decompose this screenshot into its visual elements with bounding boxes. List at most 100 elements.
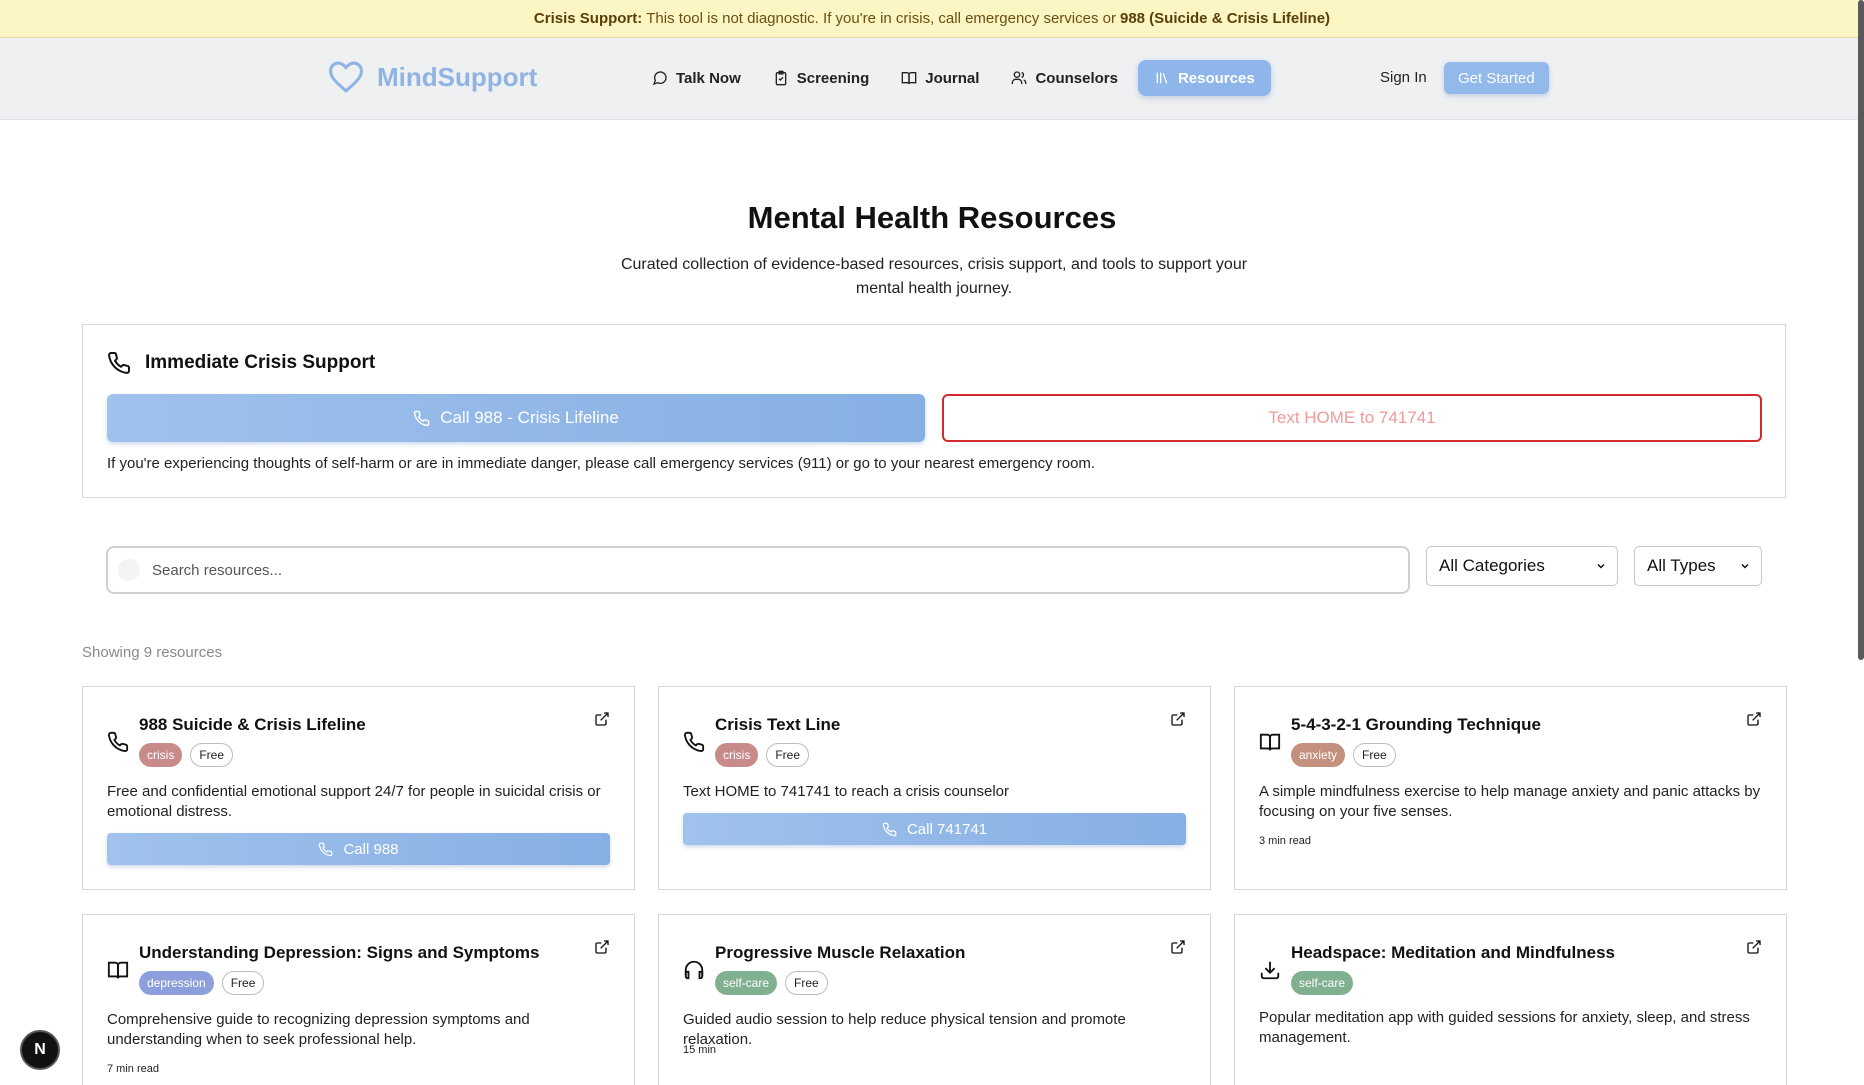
resource-title: 5-4-3-2-1 Grounding Technique xyxy=(1291,715,1541,734)
book-icon xyxy=(901,72,917,85)
resource-description: Comprehensive guide to recognizing depre… xyxy=(107,1011,530,1048)
phone-icon xyxy=(413,410,430,426)
price-badge: Free xyxy=(221,971,265,995)
price-badge: Free xyxy=(766,743,810,767)
main-nav: Talk Now Screening Journal Counselors Re… xyxy=(640,60,1271,96)
resource-title: Understanding Depression: Signs and Symp… xyxy=(139,943,540,962)
badge-row: depression Free xyxy=(139,971,265,995)
text-home-button[interactable]: Text HOME to 741741 xyxy=(942,394,1762,442)
nav-talk-now[interactable]: Talk Now xyxy=(640,60,753,96)
badge-row: anxiety Free xyxy=(1291,743,1396,767)
category-select[interactable]: All Categories xyxy=(1426,546,1618,586)
resource-title: Headspace: Meditation and Mindfulness xyxy=(1291,943,1615,962)
page-title: Mental Health Resources xyxy=(747,200,1117,235)
dev-tools-badge[interactable]: N xyxy=(20,1030,60,1070)
price-badge: Free xyxy=(190,743,234,767)
resource-description: Popular meditation app with guided sessi… xyxy=(1259,1009,1750,1046)
crisis-support-card: Immediate Crisis Support Call 988 - Cris… xyxy=(82,324,1786,498)
category-badge: anxiety xyxy=(1291,743,1346,767)
category-select-value: All Categories xyxy=(1439,556,1545,575)
resource-description: Guided audio session to help reduce phys… xyxy=(683,1011,1126,1048)
brand-name: MindSupport xyxy=(377,61,538,92)
category-badge: self-care xyxy=(1291,971,1354,995)
external-link-icon[interactable] xyxy=(1170,939,1186,955)
page-subtitle: Curated collection of evidence-based res… xyxy=(620,256,1248,297)
banner-label: Crisis Support: xyxy=(533,10,643,27)
nav-label: Counselors xyxy=(1035,69,1118,87)
resource-card[interactable]: Headspace: Meditation and Mindfulness se… xyxy=(1234,914,1787,1085)
nav-resources[interactable]: Resources xyxy=(1137,60,1271,96)
category-badge: self-care xyxy=(715,971,778,995)
phone-icon xyxy=(684,731,705,752)
badge-row: self-care xyxy=(1291,971,1354,995)
nav-screening[interactable]: Screening xyxy=(761,60,882,96)
top-nav-bar: MindSupport Talk Now Screening Journal C… xyxy=(0,38,1864,120)
duration: 15 min xyxy=(683,1044,717,1056)
action-label: Call 741741 xyxy=(906,820,988,838)
banner-hotline: 988 (Suicide & Crisis Lifeline) xyxy=(1119,10,1331,27)
read-time: 3 min read xyxy=(1259,835,1311,847)
nav-label: Resources xyxy=(1177,69,1255,87)
download-icon xyxy=(1260,961,1280,980)
badge-row: self-care Free xyxy=(715,971,828,995)
external-link-icon[interactable] xyxy=(1746,939,1762,955)
badge-row: crisis Free xyxy=(139,743,234,767)
results-count: Showing 9 resources xyxy=(82,644,223,661)
phone-icon xyxy=(319,842,333,856)
crisis-banner: Crisis Support: This tool is not diagnos… xyxy=(0,0,1864,38)
chevron-down-icon xyxy=(1741,563,1749,569)
users-icon xyxy=(1012,71,1027,84)
headphones-icon xyxy=(684,960,704,980)
chat-icon xyxy=(652,71,667,86)
resource-card[interactable]: 5-4-3-2-1 Grounding Technique anxiety Fr… xyxy=(1234,686,1787,890)
resource-description: Free and confidential emotional support … xyxy=(107,783,601,820)
phone-icon xyxy=(108,731,129,752)
badge-row: crisis Free xyxy=(715,743,810,767)
get-started-button[interactable]: Get Started xyxy=(1444,62,1549,94)
search-icon xyxy=(118,559,140,581)
search-input[interactable] xyxy=(152,561,1352,579)
price-badge: Free xyxy=(785,971,828,995)
category-badge: depression xyxy=(139,971,214,995)
phone-icon xyxy=(882,822,897,836)
banner-text: This tool is not diagnostic. If you're i… xyxy=(646,10,1116,27)
crisis-heading-text: Immediate Crisis Support xyxy=(145,352,376,373)
external-link-icon[interactable] xyxy=(1170,711,1186,727)
book-icon xyxy=(107,961,129,979)
external-link-icon[interactable] xyxy=(594,939,610,955)
external-link-icon[interactable] xyxy=(594,711,610,727)
external-link-icon[interactable] xyxy=(1746,711,1762,727)
resource-title: Progressive Muscle Relaxation xyxy=(715,943,966,962)
book-icon xyxy=(1259,733,1281,751)
sign-in-link[interactable]: Sign In xyxy=(1380,69,1427,86)
resource-card[interactable]: Crisis Text Line crisis Free Text HOME t… xyxy=(658,686,1211,890)
nav-counselors[interactable]: Counselors xyxy=(999,60,1130,96)
page-scrollbar[interactable] xyxy=(1858,0,1864,660)
resource-title: Crisis Text Line xyxy=(715,715,841,734)
category-badge: crisis xyxy=(139,743,183,767)
chevron-down-icon xyxy=(1597,563,1605,569)
clipboard-icon xyxy=(775,70,787,86)
nav-label: Screening xyxy=(796,69,870,87)
resource-description: A simple mindfulness exercise to help ma… xyxy=(1259,783,1761,820)
call-741741-button[interactable]: Call 741741 xyxy=(683,813,1186,845)
type-select[interactable]: All Types xyxy=(1634,546,1762,586)
type-select-value: All Types xyxy=(1647,556,1716,575)
nav-label: Journal xyxy=(925,69,980,87)
brand-logo[interactable]: MindSupport xyxy=(327,60,537,94)
resource-card[interactable]: Progressive Muscle Relaxation self-care … xyxy=(658,914,1211,1085)
resource-description: Text HOME to 741741 to reach a crisis co… xyxy=(683,783,1009,800)
resource-card[interactable]: Understanding Depression: Signs and Symp… xyxy=(82,914,635,1085)
call-988-card-button[interactable]: Call 988 xyxy=(107,833,610,865)
heart-icon xyxy=(328,61,363,93)
resource-title: 988 Suicide & Crisis Lifeline xyxy=(139,715,366,734)
crisis-heading: Immediate Crisis Support xyxy=(107,351,375,375)
category-badge: crisis xyxy=(715,743,759,767)
nav-journal[interactable]: Journal xyxy=(889,60,991,96)
search-bar xyxy=(106,546,1410,594)
library-icon xyxy=(1156,72,1168,84)
action-label: Call 988 xyxy=(343,840,399,858)
call-988-button[interactable]: Call 988 - Crisis Lifeline xyxy=(107,394,925,442)
crisis-note: If you're experiencing thoughts of self-… xyxy=(107,455,1096,472)
resource-card[interactable]: 988 Suicide & Crisis Lifeline crisis Fre… xyxy=(82,686,635,890)
